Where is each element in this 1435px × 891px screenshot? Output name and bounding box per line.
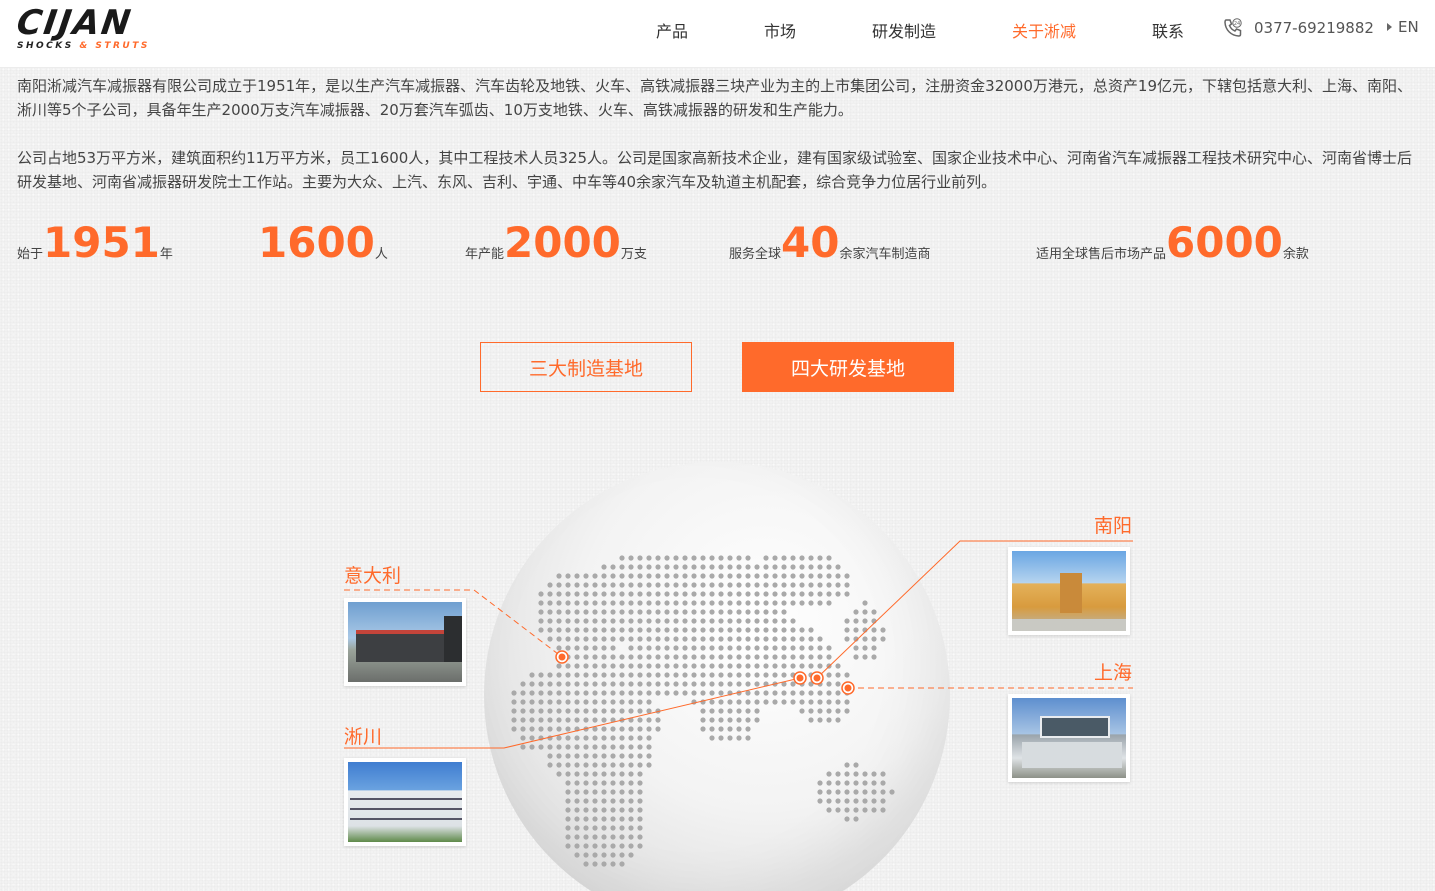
photo-shanghai[interactable]	[1008, 694, 1130, 782]
photo-nanyang[interactable]	[1008, 547, 1130, 635]
label-italy: 意大利	[344, 565, 402, 587]
marker-xichuan[interactable]	[793, 671, 807, 685]
label-xichuan: 淅川	[344, 726, 383, 748]
photo-xichuan[interactable]	[344, 758, 466, 846]
label-shanghai: 上海	[1094, 662, 1133, 684]
marker-nanyang[interactable]	[810, 671, 824, 685]
marker-shanghai[interactable]	[841, 681, 855, 695]
xichuan-connector	[344, 677, 801, 749]
italy-factory-image	[348, 602, 462, 682]
connector-lines	[344, 540, 1133, 749]
shanghai-building-image	[1012, 698, 1126, 778]
photo-italy[interactable]	[344, 598, 466, 686]
xichuan-building-image	[348, 762, 462, 842]
nanyang-building-image	[1012, 551, 1126, 631]
label-nanyang: 南阳	[1094, 515, 1133, 537]
marker-italy[interactable]	[555, 650, 569, 664]
